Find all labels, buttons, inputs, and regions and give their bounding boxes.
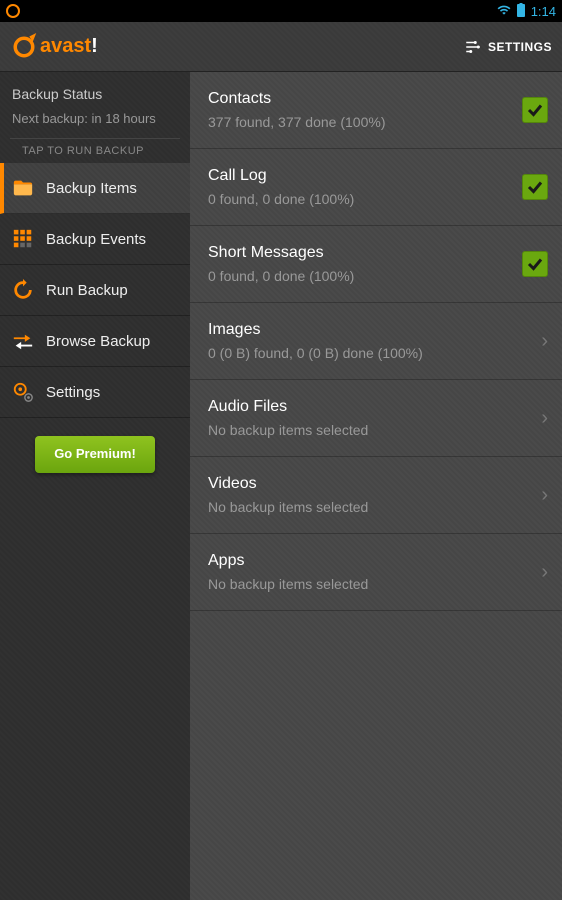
item-title: Call Log	[208, 167, 522, 185]
backup-item-videos[interactable]: Videos No backup items selected ›	[190, 457, 562, 534]
clock: 1:14	[531, 4, 556, 19]
checkbox-checked[interactable]	[522, 251, 548, 277]
avast-logo-icon	[10, 33, 38, 61]
item-status: 0 found, 0 done (100%)	[208, 191, 522, 207]
sidebar-item-browse-backup[interactable]: Browse Backup	[0, 316, 190, 367]
backup-item-images[interactable]: Images 0 (0 B) found, 0 (0 B) done (100%…	[190, 303, 562, 380]
backup-item-apps[interactable]: Apps No backup items selected ›	[190, 534, 562, 611]
sidebar-item-label: Run Backup	[46, 282, 128, 299]
item-title: Audio Files	[208, 398, 541, 416]
item-status: No backup items selected	[208, 576, 541, 592]
item-title: Apps	[208, 552, 541, 570]
sidebar-item-label: Backup Events	[46, 231, 146, 248]
tap-to-run-label: TAP TO RUN BACKUP	[10, 138, 180, 163]
checkbox-checked[interactable]	[522, 97, 548, 123]
battery-icon	[517, 3, 525, 20]
brand-text: avast	[40, 35, 91, 57]
settings-label: SETTINGS	[488, 40, 552, 54]
backup-item-call-log[interactable]: Call Log 0 found, 0 done (100%)	[190, 149, 562, 226]
sidebar-item-backup-events[interactable]: Backup Events	[0, 214, 190, 265]
sliders-icon	[464, 38, 482, 56]
checkbox-checked[interactable]	[522, 174, 548, 200]
grid-icon	[12, 228, 34, 250]
sidebar-item-label: Settings	[46, 384, 100, 401]
chevron-right-icon: ›	[541, 484, 548, 507]
sidebar-item-backup-items[interactable]: Backup Items	[0, 163, 190, 214]
backup-items-list: Contacts 377 found, 377 done (100%) Call…	[190, 72, 562, 900]
folder-icon	[12, 177, 34, 199]
item-status: 0 found, 0 done (100%)	[208, 268, 522, 284]
android-status-bar: 1:14	[0, 0, 562, 22]
item-status: No backup items selected	[208, 422, 541, 438]
item-title: Contacts	[208, 90, 522, 108]
wifi-icon	[497, 3, 511, 20]
settings-button[interactable]: SETTINGS	[464, 38, 552, 56]
sidebar-menu: Backup Items Backup Events Run Backup Br…	[0, 163, 190, 418]
backup-status-title: Backup Status	[12, 86, 178, 102]
sidebar-item-label: Backup Items	[46, 180, 137, 197]
refresh-icon	[12, 279, 34, 301]
item-status: 377 found, 377 done (100%)	[208, 114, 522, 130]
item-status: No backup items selected	[208, 499, 541, 515]
go-premium-button[interactable]: Go Premium!	[35, 436, 155, 473]
premium-label: Go Premium!	[54, 446, 136, 461]
sidebar-item-label: Browse Backup	[46, 333, 150, 350]
backup-item-audio-files[interactable]: Audio Files No backup items selected ›	[190, 380, 562, 457]
chevron-right-icon: ›	[541, 407, 548, 430]
check-icon	[526, 101, 544, 119]
avast-logo: avast!	[10, 33, 98, 61]
chevron-right-icon: ›	[541, 561, 548, 584]
gears-icon	[12, 381, 34, 403]
item-title: Images	[208, 321, 541, 339]
check-icon	[526, 178, 544, 196]
check-icon	[526, 255, 544, 273]
app-header: avast! SETTINGS	[0, 22, 562, 72]
sidebar-item-run-backup[interactable]: Run Backup	[0, 265, 190, 316]
item-title: Short Messages	[208, 244, 522, 262]
chevron-right-icon: ›	[541, 330, 548, 353]
backup-status-subtitle: Next backup: in 18 hours	[12, 110, 178, 128]
avast-notification-icon	[6, 4, 20, 18]
backup-status-panel[interactable]: Backup Status Next backup: in 18 hours	[0, 72, 190, 138]
backup-item-contacts[interactable]: Contacts 377 found, 377 done (100%)	[190, 72, 562, 149]
item-title: Videos	[208, 475, 541, 493]
sidebar-item-settings[interactable]: Settings	[0, 367, 190, 418]
backup-item-short-messages[interactable]: Short Messages 0 found, 0 done (100%)	[190, 226, 562, 303]
swap-icon	[12, 330, 34, 352]
sidebar: Backup Status Next backup: in 18 hours T…	[0, 72, 190, 900]
item-status: 0 (0 B) found, 0 (0 B) done (100%)	[208, 345, 541, 361]
